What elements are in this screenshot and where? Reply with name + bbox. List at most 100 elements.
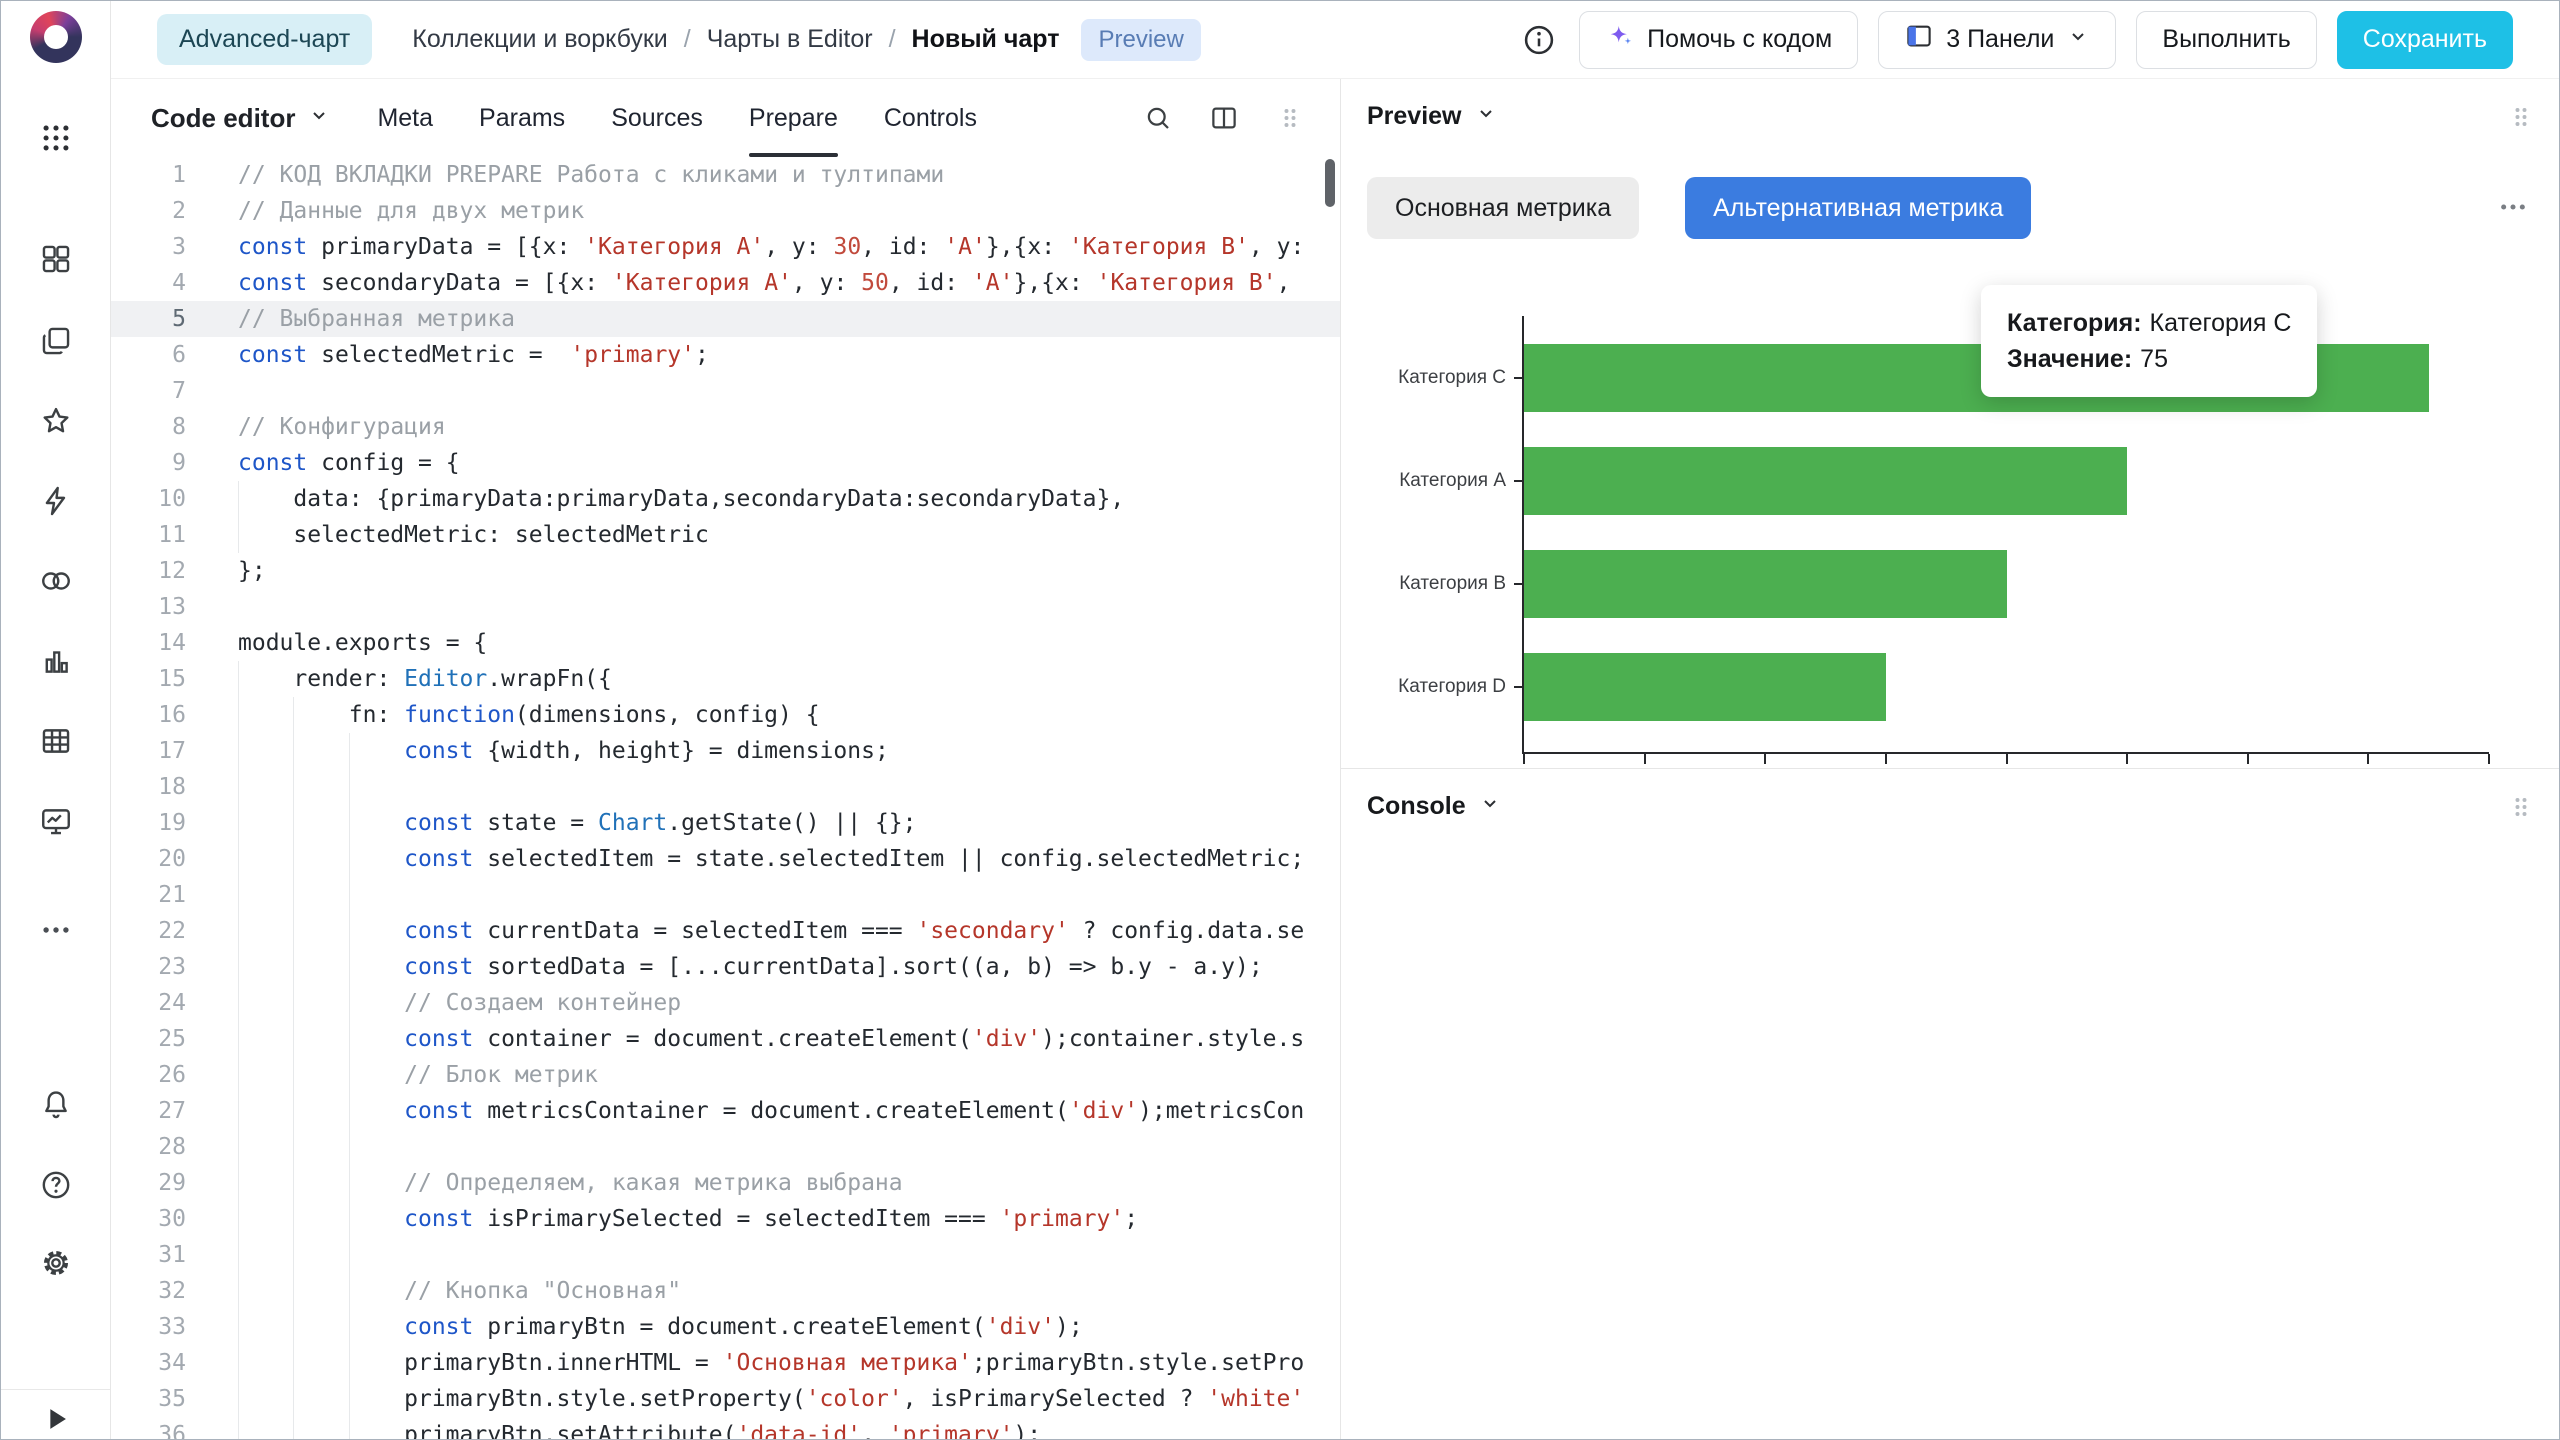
- settings-gear-icon[interactable]: [38, 1245, 74, 1281]
- code-line-9[interactable]: 9const config = {: [111, 445, 1340, 481]
- preview-badge: Preview: [1081, 19, 1200, 61]
- help-with-code-label: Помочь с кодом: [1647, 25, 1832, 54]
- tab-params[interactable]: Params: [479, 79, 565, 157]
- breadcrumb-workbook[interactable]: Чарты в Editor: [707, 25, 873, 54]
- breadcrumb-collections[interactable]: Коллекции и воркбуки: [412, 25, 668, 54]
- chart-bar[interactable]: [1524, 447, 2127, 515]
- favorites-star-icon[interactable]: [38, 403, 74, 439]
- primary-metric-button[interactable]: Основная метрика: [1367, 177, 1639, 239]
- tab-controls[interactable]: Controls: [884, 79, 977, 157]
- code-line-22[interactable]: 22const currentData = selectedItem === '…: [111, 913, 1340, 949]
- tables-icon[interactable]: [38, 723, 74, 759]
- code-line-34[interactable]: 34primaryBtn.innerHTML = 'Основная метри…: [111, 1345, 1340, 1381]
- tab-meta[interactable]: Meta: [377, 79, 433, 157]
- apps-grid-icon[interactable]: [38, 120, 74, 156]
- code-line-24[interactable]: 24// Создаем контейнер: [111, 985, 1340, 1021]
- code-line-29[interactable]: 29// Определяем, какая метрика выбрана: [111, 1165, 1340, 1201]
- code-line-18[interactable]: 18: [111, 769, 1340, 805]
- code-line-32[interactable]: 32// Кнопка "Основная": [111, 1273, 1340, 1309]
- datasets-icon[interactable]: [38, 563, 74, 599]
- drag-handle-icon[interactable]: [1270, 98, 1310, 138]
- indent-guide: [238, 1237, 293, 1273]
- code-line-20[interactable]: 20const selectedItem = state.selectedIte…: [111, 841, 1340, 877]
- code-line-14[interactable]: 14module.exports = {: [111, 625, 1340, 661]
- expand-panel-icon[interactable]: [38, 1401, 74, 1437]
- code-line-5[interactable]: 5// Выбранная метрика: [111, 301, 1340, 337]
- code-line-7[interactable]: 7: [111, 373, 1340, 409]
- code-line-4[interactable]: 4const secondaryData = [{x: 'Категория А…: [111, 265, 1340, 301]
- breadcrumb: Коллекции и воркбуки / Чарты в Editor / …: [412, 25, 1059, 54]
- code-line-12[interactable]: 12};: [111, 553, 1340, 589]
- code-line-13[interactable]: 13: [111, 589, 1340, 625]
- info-icon[interactable]: [1519, 20, 1559, 60]
- code-line-26[interactable]: 26// Блок метрик: [111, 1057, 1340, 1093]
- editor-title-dropdown[interactable]: Code editor: [151, 103, 331, 134]
- indent-guide: [349, 769, 404, 805]
- lightning-icon[interactable]: [38, 483, 74, 519]
- code-line-2[interactable]: 2// Данные для двух метрик: [111, 193, 1340, 229]
- scrollbar-thumb[interactable]: [1325, 159, 1335, 207]
- code-line-27[interactable]: 27const metricsContainer = document.crea…: [111, 1093, 1340, 1129]
- tab-prepare[interactable]: Prepare: [749, 79, 838, 157]
- code-line-35[interactable]: 35primaryBtn.style.setProperty('color', …: [111, 1381, 1340, 1417]
- help-icon[interactable]: [38, 1167, 74, 1203]
- indent-guide: [238, 1345, 293, 1381]
- x-axis-tick: [2006, 754, 2008, 764]
- app-type-chip[interactable]: Advanced-чарт: [157, 14, 372, 65]
- search-icon[interactable]: [1138, 98, 1178, 138]
- help-with-code-button[interactable]: Помочь с кодом: [1579, 11, 1858, 69]
- indent-guide: [349, 877, 404, 913]
- x-axis-tick: [2488, 754, 2490, 764]
- y-axis-tick: [1514, 583, 1524, 585]
- more-icon[interactable]: [38, 912, 74, 948]
- charts-icon[interactable]: [38, 643, 74, 679]
- code-line-21[interactable]: 21: [111, 877, 1340, 913]
- code-line-25[interactable]: 25const container = document.createEleme…: [111, 1021, 1340, 1057]
- code-line-30[interactable]: 30const isPrimarySelected = selectedItem…: [111, 1201, 1340, 1237]
- preview-more-icon[interactable]: [2497, 191, 2529, 228]
- indent-guide: [349, 1309, 404, 1345]
- drag-handle-icon[interactable]: [2507, 103, 2535, 136]
- indent-guide: [349, 805, 404, 841]
- split-view-icon[interactable]: [1204, 98, 1244, 138]
- x-axis-tick: [2367, 754, 2369, 764]
- preview-header[interactable]: Preview: [1367, 101, 1498, 132]
- run-button[interactable]: Выполнить: [2136, 11, 2316, 69]
- code-line-36[interactable]: 36primaryBtn.setAttribute('data-id', 'pr…: [111, 1417, 1340, 1439]
- code-line-6[interactable]: 6const selectedMetric = 'primary';: [111, 337, 1340, 373]
- app-logo-icon[interactable]: [30, 11, 82, 63]
- code-line-1[interactable]: 1// КОД ВКЛАДКИ PREPARE Работа с кликами…: [111, 157, 1340, 193]
- code-line-3[interactable]: 3const primaryData = [{x: 'Категория А',…: [111, 229, 1340, 265]
- chart-bar[interactable]: [1524, 653, 1886, 721]
- tab-sources[interactable]: Sources: [611, 79, 703, 157]
- code-line-10[interactable]: 10data: {primaryData:primaryData,seconda…: [111, 481, 1340, 517]
- code-line-17[interactable]: 17const {width, height} = dimensions;: [111, 733, 1340, 769]
- secondary-metric-button[interactable]: Альтернативная метрика: [1685, 177, 2031, 239]
- collections-icon[interactable]: [38, 323, 74, 359]
- indent-guide: [349, 1201, 404, 1237]
- line-number: 27: [111, 1093, 186, 1129]
- code-line-19[interactable]: 19const state = Chart.getState() || {};: [111, 805, 1340, 841]
- notifications-bell-icon[interactable]: [38, 1087, 74, 1123]
- editor-title-label: Code editor: [151, 103, 295, 134]
- save-button[interactable]: Сохранить: [2337, 11, 2513, 69]
- console-header[interactable]: Console: [1367, 791, 1502, 822]
- code-line-28[interactable]: 28: [111, 1129, 1340, 1165]
- code-area[interactable]: 1// КОД ВКЛАДКИ PREPARE Работа с кликами…: [111, 157, 1340, 1439]
- indent-guide: [349, 1273, 404, 1309]
- code-line-33[interactable]: 33const primaryBtn = document.createElem…: [111, 1309, 1340, 1345]
- monitoring-icon[interactable]: [38, 803, 74, 839]
- code-line-11[interactable]: 11selectedMetric: selectedMetric: [111, 517, 1340, 553]
- drag-handle-icon[interactable]: [2507, 793, 2535, 826]
- indent-guide: [293, 697, 348, 733]
- dashboard-icon[interactable]: [38, 241, 74, 277]
- code-line-23[interactable]: 23const sortedData = [...currentData].so…: [111, 949, 1340, 985]
- code-line-8[interactable]: 8// Конфигурация: [111, 409, 1340, 445]
- code-line-15[interactable]: 15render: Editor.wrapFn({: [111, 661, 1340, 697]
- code-line-31[interactable]: 31: [111, 1237, 1340, 1273]
- indent-guide: [293, 1093, 348, 1129]
- code-line-16[interactable]: 16fn: function(dimensions, config) {: [111, 697, 1340, 733]
- chart-bar[interactable]: [1524, 550, 2007, 618]
- panels-dropdown-button[interactable]: 3 Панели: [1878, 11, 2116, 69]
- line-number: 22: [111, 913, 186, 949]
